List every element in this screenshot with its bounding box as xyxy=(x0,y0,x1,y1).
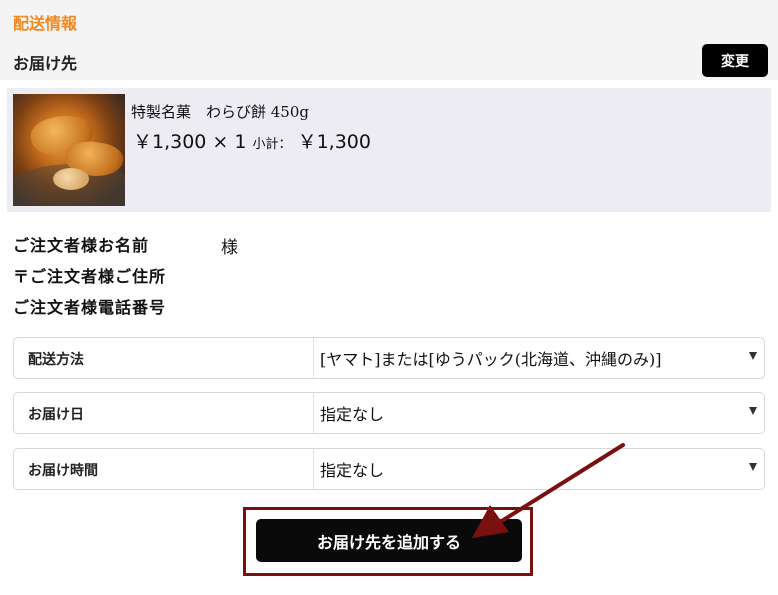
dropdown-arrow-icon xyxy=(749,407,757,415)
delivery-time-value: 指定なし xyxy=(320,461,385,480)
shipping-method-select[interactable]: [ヤマト]または[ゆうパック(北海道、沖縄のみ)] xyxy=(313,338,765,378)
change-button[interactable]: 変更 xyxy=(702,44,768,77)
delivery-date-label: お届け日 xyxy=(28,407,84,423)
orderer-name-value: 様 xyxy=(221,238,238,258)
product-item: 特製名菓 わらび餅 450g ￥1,300 × 1 小計： ￥1,300 xyxy=(7,88,771,212)
shipping-method-value: [ヤマト]または[ゆうパック(北海道、沖縄のみ)] xyxy=(320,350,662,369)
orderer-address-label: 〒ご注文者様ご住所 xyxy=(13,267,167,286)
product-image xyxy=(13,94,125,206)
delivery-time-label: お届け時間 xyxy=(28,463,98,479)
delivery-time-select[interactable]: 指定なし xyxy=(313,449,765,489)
orderer-phone-label: ご注文者様電話番号 xyxy=(13,298,167,317)
delivery-date-value: 指定なし xyxy=(320,405,385,424)
dropdown-arrow-icon xyxy=(749,352,757,360)
shipping-method-row: 配送方法 [ヤマト]または[ゆうパック(北海道、沖縄のみ)] xyxy=(13,337,765,379)
product-price: ￥1,300 × 1 小計： ￥1,300 xyxy=(133,127,371,154)
delivery-info-header: 配送情報 お届け先 変更 xyxy=(0,0,778,80)
delivery-date-select[interactable]: 指定なし xyxy=(313,393,765,433)
subtotal-value: ￥1,300 xyxy=(297,131,371,153)
delivery-time-row: お届け時間 指定なし xyxy=(13,448,765,490)
add-destination-button[interactable]: お届け先を追加する xyxy=(256,519,522,562)
price-quantity: ￥1,300 × 1 xyxy=(133,131,253,153)
section-title: 配送情報 xyxy=(13,14,78,33)
subtotal-label: 小計： xyxy=(252,137,292,152)
destination-label: お届け先 xyxy=(13,54,78,73)
product-name: 特製名菓 わらび餅 450g xyxy=(131,103,310,121)
delivery-date-row: お届け日 指定なし xyxy=(13,392,765,434)
orderer-name-label: ご注文者様お名前 xyxy=(13,236,150,255)
shipping-method-label: 配送方法 xyxy=(28,352,84,368)
dropdown-arrow-icon xyxy=(749,463,757,471)
